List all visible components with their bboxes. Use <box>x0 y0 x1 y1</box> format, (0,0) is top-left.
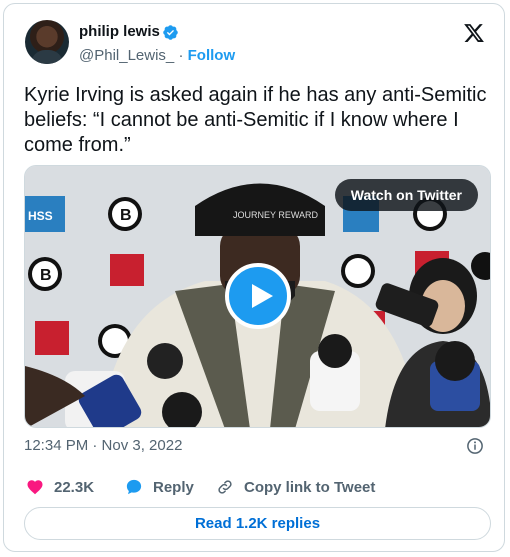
reply-bubble-icon <box>126 479 142 495</box>
separator-dot: · <box>178 47 184 64</box>
svg-text:B: B <box>40 267 52 284</box>
tweet-embed-card: philip lewis @Phil_Lewis_ · Follow Kyrie… <box>3 3 505 552</box>
handle-row: @Phil_Lewis_ · Follow <box>79 47 235 64</box>
tweet-text: Kyrie Irving is asked again if he has an… <box>24 84 487 156</box>
video-player[interactable]: HSS B B JOURNEY REWARD Watch on Twitter <box>24 165 491 428</box>
author-handle[interactable]: @Phil_Lewis_ <box>79 47 174 64</box>
tweet-timestamp[interactable]: 12:34 PM · Nov 3, 2022 <box>24 437 182 454</box>
follow-button[interactable]: Follow <box>188 47 236 64</box>
avatar[interactable] <box>25 20 69 64</box>
reply-label: Reply <box>153 478 194 496</box>
svg-text:B: B <box>120 207 132 224</box>
info-icon[interactable] <box>466 437 484 455</box>
avatar-shirt <box>31 50 63 64</box>
watch-on-twitter-button[interactable]: Watch on Twitter <box>334 179 478 211</box>
hss-logo-text: HSS <box>28 209 53 223</box>
verified-badge-icon <box>163 25 178 40</box>
like-action[interactable]: 22.3K <box>26 478 94 496</box>
cap-text: JOURNEY REWARD <box>233 210 319 220</box>
link-icon <box>218 480 232 494</box>
heart-icon <box>27 480 43 495</box>
reply-action[interactable]: Reply <box>125 478 194 496</box>
x-logo-icon[interactable] <box>463 22 485 44</box>
like-count: 22.3K <box>54 478 95 496</box>
copy-link-label: Copy link to Tweet <box>244 478 376 496</box>
play-icon <box>252 284 273 308</box>
play-button[interactable] <box>225 263 291 329</box>
author-name[interactable]: philip lewis <box>79 23 160 40</box>
copy-link-action[interactable]: Copy link to Tweet <box>216 478 375 496</box>
read-replies-button[interactable]: Read 1.2K replies <box>24 507 491 540</box>
